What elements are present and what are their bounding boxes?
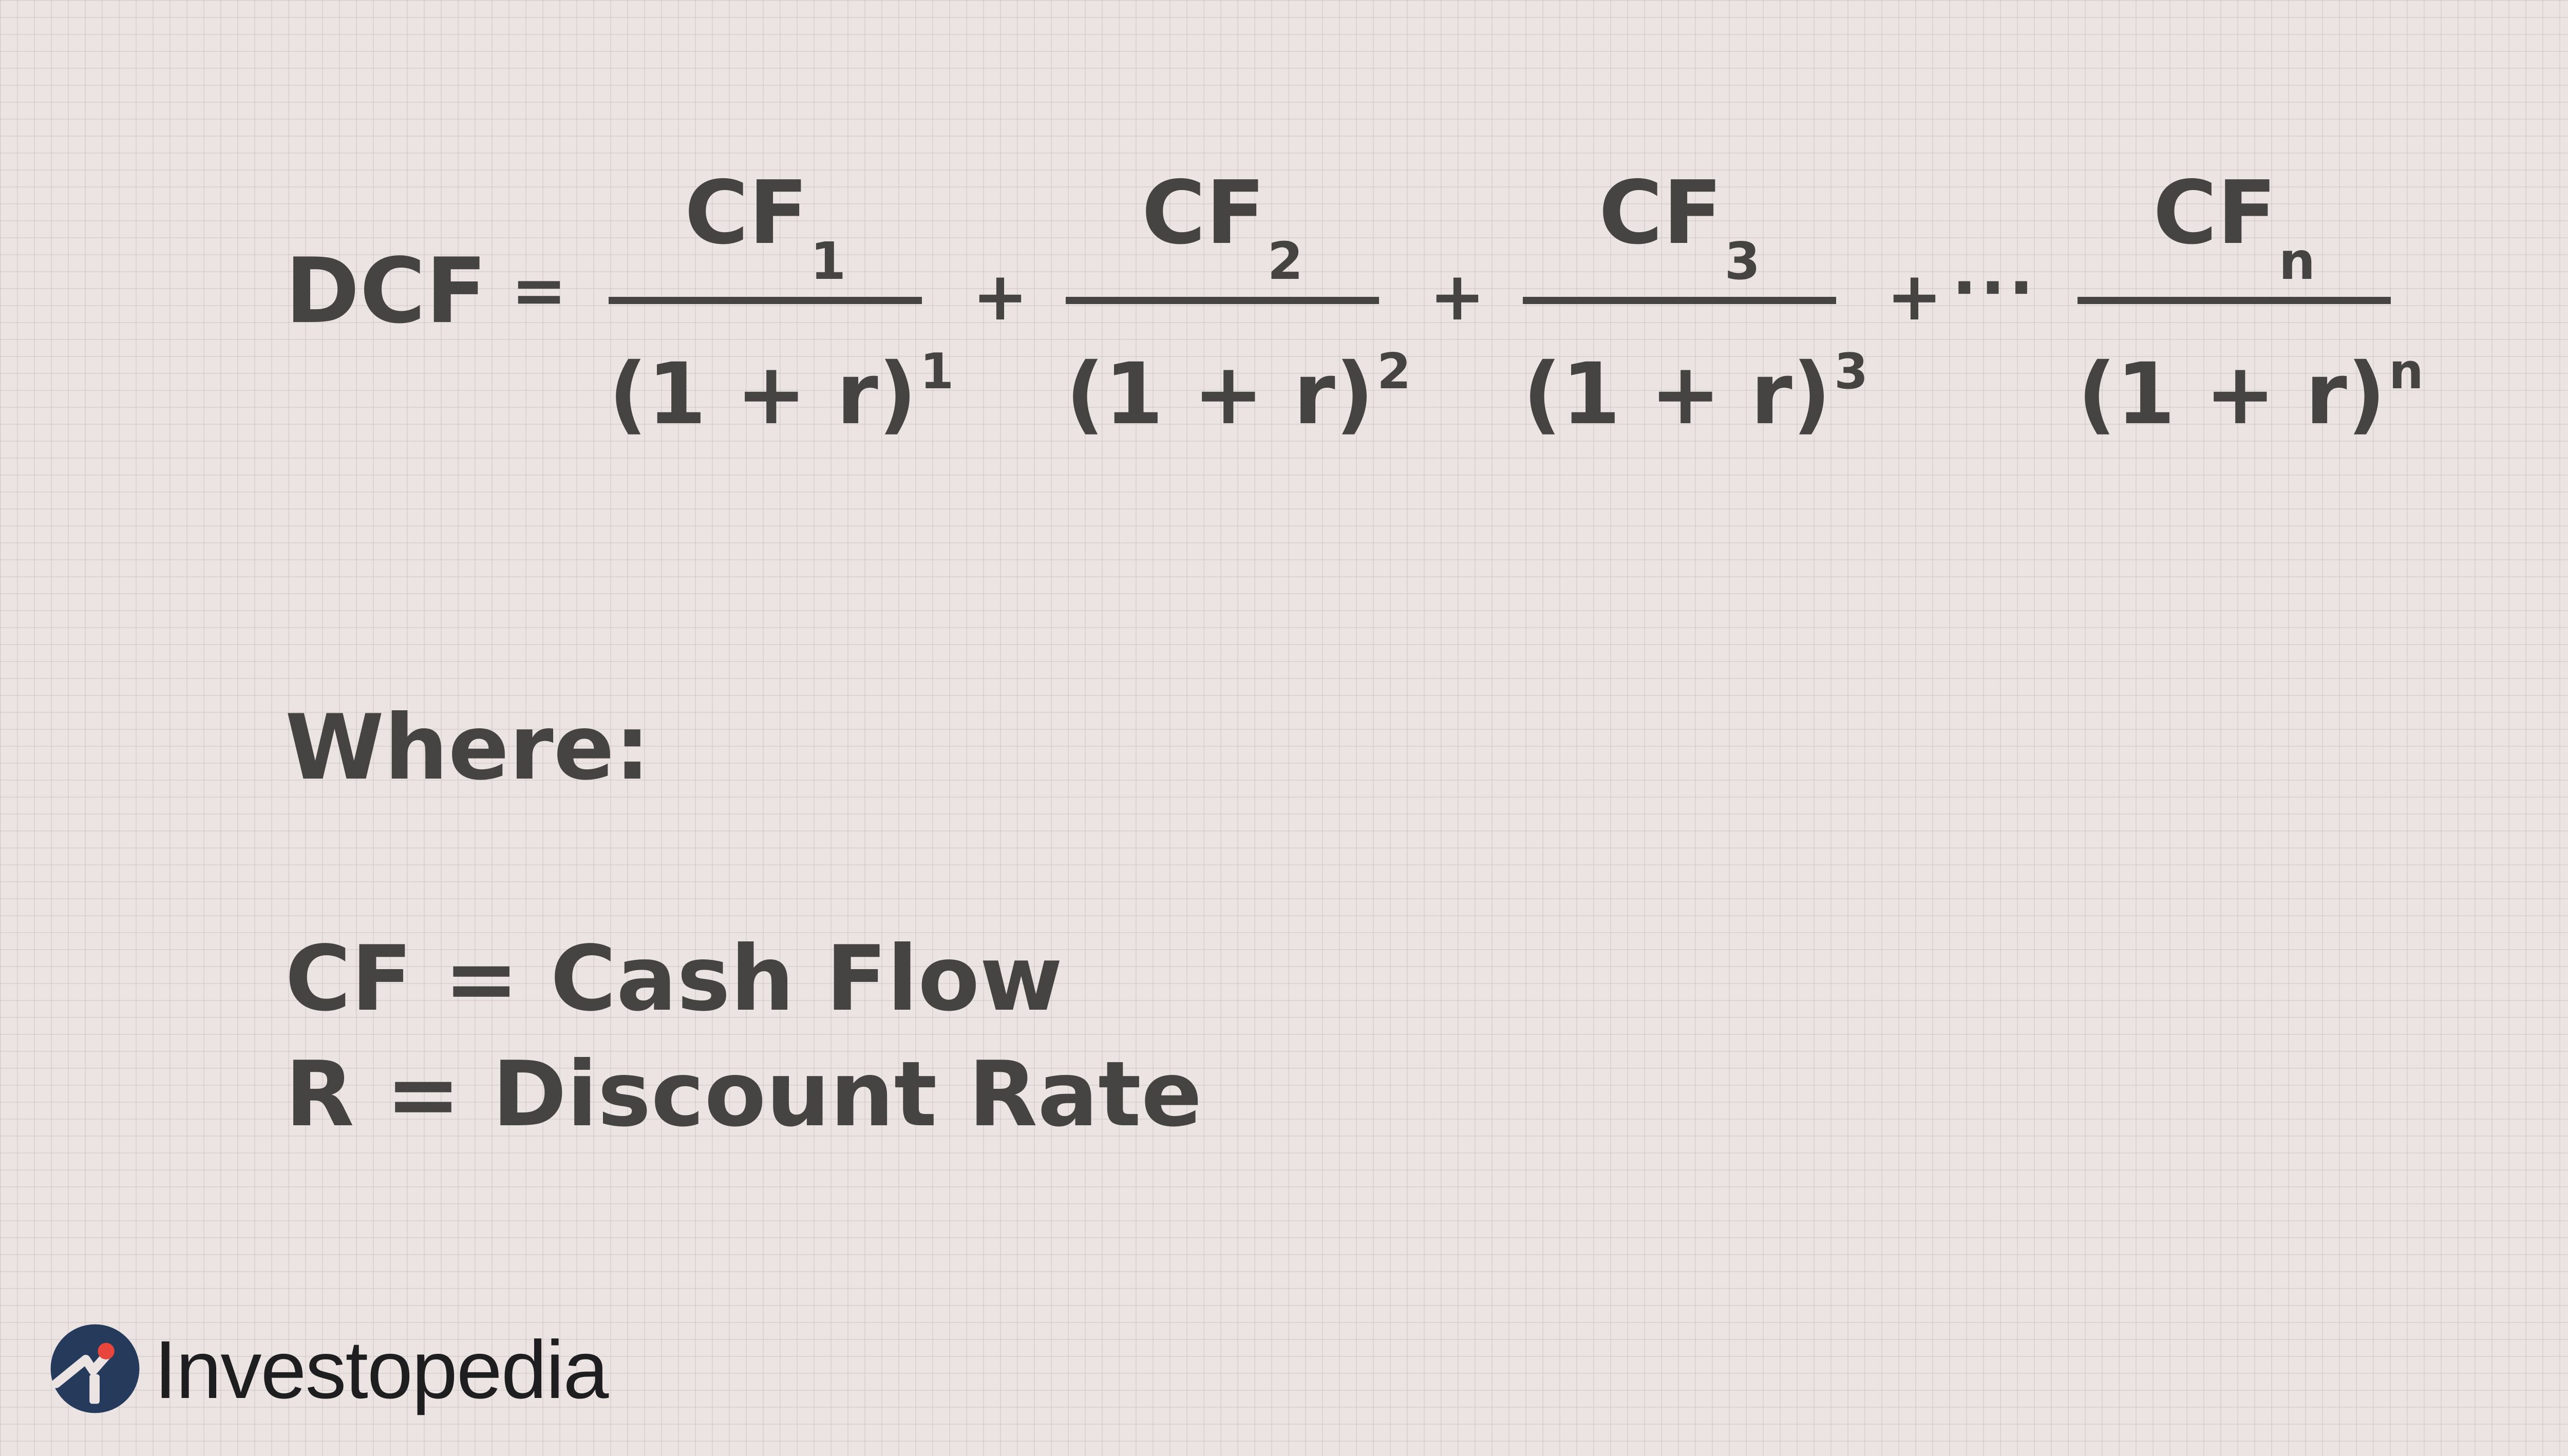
ellipsis: ··· xyxy=(1952,249,2037,327)
denominator: (1 + r)n xyxy=(2078,348,2424,437)
definition-cash-flow: CF = Cash Flow xyxy=(285,927,1063,1031)
numerator-subscript: 1 xyxy=(810,231,846,291)
numerator-base: CF xyxy=(1141,162,1266,264)
numerator: CF3 xyxy=(1523,169,1836,287)
denominator-base: (1 + r) xyxy=(1523,345,1831,443)
plus-sign: + xyxy=(972,257,1028,335)
plus-sign: + xyxy=(1886,257,1942,335)
numerator-base: CF xyxy=(684,162,808,264)
numerator-base: CF xyxy=(2152,162,2277,264)
numerator: CFn xyxy=(2078,169,2391,287)
brand-wordmark: Investopedia xyxy=(154,1323,609,1415)
numerator-subscript: 3 xyxy=(1724,231,1761,291)
denominator-base: (1 + r) xyxy=(1066,345,1374,443)
denominator-exponent: 3 xyxy=(1834,344,1868,400)
formula-equals-sign: = xyxy=(511,251,567,329)
denominator: (1 + r)1 xyxy=(609,348,954,437)
fraction-bar xyxy=(1523,297,1836,304)
denominator-exponent: 1 xyxy=(920,344,954,400)
numerator: CF2 xyxy=(1066,169,1379,287)
dcf-formula: DCF = CF1 (1 + r)1 + CF2 (1 + r)2 + CF3 … xyxy=(0,0,2568,514)
numerator-subscript: n xyxy=(2278,231,2316,291)
numerator-subscript: 2 xyxy=(1267,231,1304,291)
formula-lhs: DCF xyxy=(285,239,487,344)
investopedia-logo-icon xyxy=(50,1324,140,1413)
denominator-exponent: 2 xyxy=(1377,344,1411,400)
numerator: CF1 xyxy=(609,169,922,287)
fraction-bar xyxy=(1066,297,1379,304)
definition-discount-rate: R = Discount Rate xyxy=(285,1043,1202,1147)
plus-sign: + xyxy=(1429,257,1485,335)
fraction-bar xyxy=(2078,297,2391,304)
denominator: (1 + r)2 xyxy=(1066,348,1411,437)
numerator-base: CF xyxy=(1598,162,1723,264)
denominator-base: (1 + r) xyxy=(609,345,917,443)
denominator: (1 + r)3 xyxy=(1523,348,1868,437)
denominator-exponent: n xyxy=(2389,344,2424,400)
fraction-bar xyxy=(609,297,922,304)
denominator-base: (1 + r) xyxy=(2078,345,2386,443)
where-heading: Where: xyxy=(285,696,651,800)
